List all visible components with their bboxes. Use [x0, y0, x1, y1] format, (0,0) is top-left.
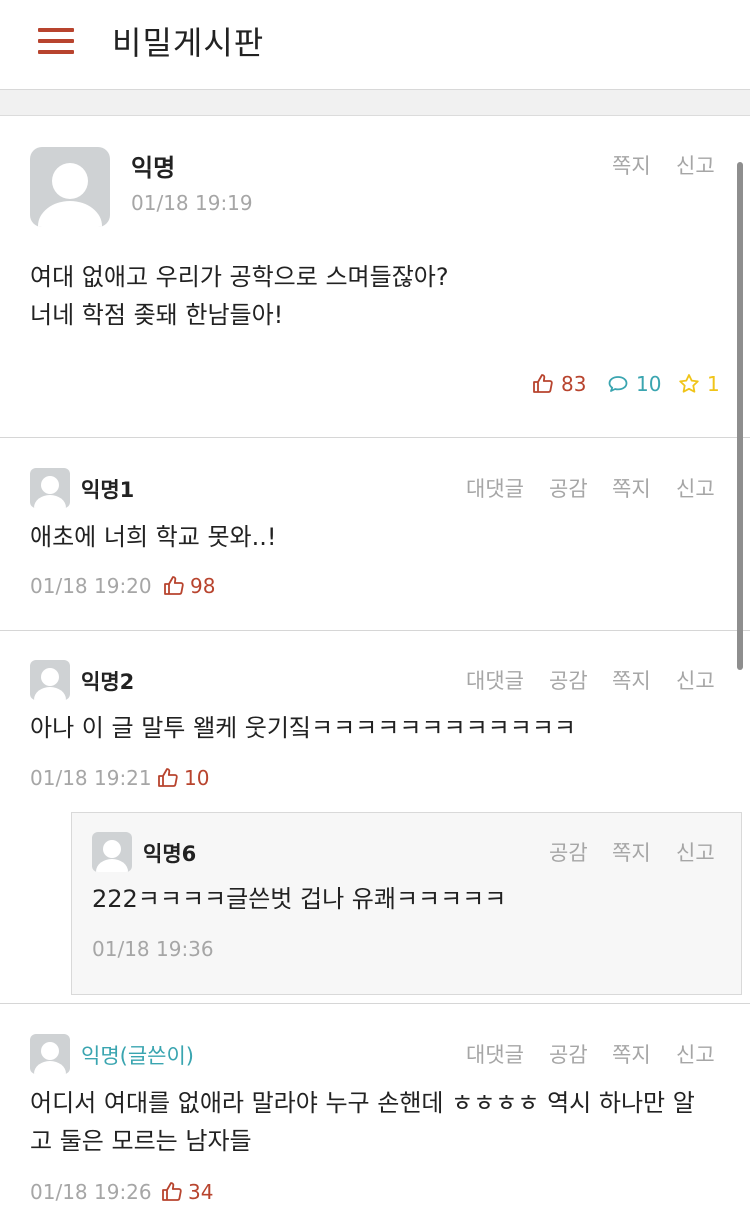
post-comment-stat: 10	[606, 372, 661, 396]
header-spacer	[0, 90, 750, 116]
comment-like-count: 10	[184, 766, 210, 790]
comment-message-button[interactable]: 쪽지	[612, 473, 651, 503]
divider	[0, 1003, 750, 1004]
comment-avatar	[30, 468, 70, 508]
reply-report-button[interactable]: 신고	[676, 837, 715, 867]
post-body: 여대 없애고 우리가 공학으로 스며들잖아? 너네 학점 좆돼 한남들아!	[30, 258, 449, 334]
comment-like-stat[interactable]: 10	[156, 766, 209, 790]
divider	[0, 437, 750, 438]
thumbs-up-icon	[158, 768, 178, 787]
comment-like-count: 98	[190, 574, 216, 598]
comment-text: 애초에 너희 학교 못와..!	[30, 523, 277, 551]
comment-time: 01/18 19:26	[30, 1180, 152, 1204]
comment-message-button[interactable]: 쪽지	[612, 1039, 651, 1069]
comment-reply-button[interactable]: 대댓글	[466, 473, 524, 503]
comment-text-line: 고 둘은 모르는 남자들	[30, 1127, 252, 1155]
post-like-stat[interactable]: 83	[531, 372, 586, 396]
scrollbar[interactable]	[737, 162, 743, 670]
post-scrap-stat[interactable]: 1	[677, 372, 720, 396]
reply-message-button[interactable]: 쪽지	[612, 837, 651, 867]
post-comment-count: 10	[636, 372, 662, 396]
comment-text: 아나 이 글 말투 왤케 웃기짘ㅋㅋㅋㅋㅋㅋㅋㅋㅋㅋㅋㅋ	[30, 714, 576, 742]
comment-author-op: 익명(글쓴이)	[81, 1044, 194, 1068]
board-title: 비밀게시판	[112, 24, 265, 62]
comment-time: 01/18 19:21	[30, 766, 152, 790]
hamburger-menu-icon[interactable]	[38, 28, 74, 54]
thumbs-up-icon	[533, 374, 553, 393]
post-time: 01/18 19:19	[131, 191, 253, 215]
comment-text-line: 어디서 여대를 없애라 말라야 누구 손핸데 ㅎㅎㅎㅎ 역시 하나만 알	[30, 1089, 695, 1117]
comment-author: 익명2	[81, 670, 135, 694]
comment-like-button[interactable]: 공감	[549, 1039, 588, 1069]
post-body-line: 여대 없애고 우리가 공학으로 스며들잖아?	[30, 263, 449, 291]
thumbs-up-icon	[164, 576, 184, 595]
app-header: 비밀게시판	[0, 0, 750, 90]
comment-like-stat[interactable]: 98	[162, 574, 215, 598]
post-like-count: 83	[561, 372, 587, 396]
comment-text: 어디서 여대를 없애라 말라야 누구 손핸데 ㅎㅎㅎㅎ 역시 하나만 알 고 둘…	[30, 1084, 695, 1160]
reply-text: 222ㅋㅋㅋㅋ글쓴벗 겁나 유쾌ㅋㅋㅋㅋㅋ	[92, 885, 507, 913]
reply-like-button[interactable]: 공감	[549, 837, 588, 867]
post-scrap-count: 1	[707, 372, 720, 396]
comment-avatar	[30, 660, 70, 700]
post-body-line: 너네 학점 좆돼 한남들아!	[30, 301, 284, 329]
comment-report-button[interactable]: 신고	[676, 473, 715, 503]
comment-time: 01/18 19:20	[30, 574, 152, 598]
comment-reply-button[interactable]: 대댓글	[466, 1039, 524, 1069]
post-author-avatar	[30, 147, 110, 227]
reply-time: 01/18 19:36	[92, 937, 214, 961]
comment-like-button[interactable]: 공감	[549, 665, 588, 695]
comment-reply-button[interactable]: 대댓글	[466, 665, 524, 695]
divider	[0, 630, 750, 631]
post-report-button[interactable]: 신고	[676, 150, 715, 180]
comment-avatar	[30, 1034, 70, 1074]
comment-like-stat[interactable]: 34	[160, 1180, 213, 1204]
comment-like-count: 34	[188, 1180, 214, 1204]
comment-message-button[interactable]: 쪽지	[612, 665, 651, 695]
thumbs-up-icon	[162, 1182, 182, 1201]
comment-author: 익명1	[81, 478, 135, 502]
comment-report-button[interactable]: 신고	[676, 1039, 715, 1069]
post-message-button[interactable]: 쪽지	[612, 150, 651, 180]
star-icon	[679, 374, 699, 393]
comment-like-button[interactable]: 공감	[549, 473, 588, 503]
post-author: 익명	[131, 154, 176, 182]
reply-avatar	[92, 832, 132, 872]
reply-author: 익명6	[143, 842, 197, 866]
speech-bubble-icon	[608, 376, 628, 392]
comment-report-button[interactable]: 신고	[676, 665, 715, 695]
